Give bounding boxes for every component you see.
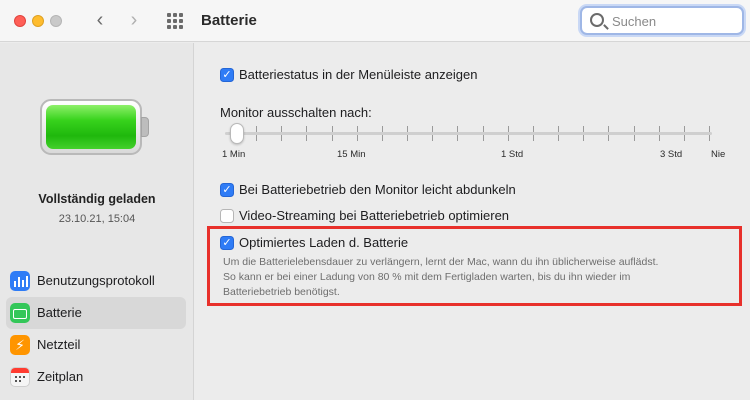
- slider-tick: [658, 135, 660, 141]
- sidebar: Vollständig geladen 23.10.21, 15:04 Benu…: [0, 43, 194, 400]
- monitor-off-slider-thumb[interactable]: [230, 123, 244, 144]
- power-icon: ⚡: [10, 335, 30, 355]
- slider-tick: [608, 135, 610, 141]
- slider-tick: [482, 126, 484, 132]
- main-panel: ✓ Batteriestatus in der Menüleiste anzei…: [195, 43, 750, 400]
- sidebar-item-label: Zeitplan: [37, 369, 84, 384]
- tick-label: Nie: [711, 149, 726, 160]
- tick-label: 1 Min: [222, 149, 246, 160]
- slider-tick: [558, 126, 560, 132]
- slider-tick: [583, 126, 585, 132]
- dim-display-checkbox[interactable]: ✓: [220, 183, 234, 197]
- slider-tick: [507, 135, 509, 141]
- slider-tick: [331, 135, 333, 141]
- show-status-checkbox[interactable]: ✓: [220, 68, 234, 82]
- slider-tick: [658, 126, 660, 132]
- slider-tick: [381, 126, 383, 132]
- description-line: Um die Batterielebensdauer zu verlängern…: [223, 256, 659, 268]
- slider-tick: [583, 135, 585, 141]
- slider-tick: [381, 135, 383, 141]
- slider-tick: [306, 126, 308, 132]
- search-icon: [590, 13, 604, 27]
- battery-status-icon: [40, 99, 152, 155]
- calendar-icon: [10, 367, 30, 387]
- slider-tick: [281, 126, 283, 132]
- slider-tick: [281, 135, 283, 141]
- battery-icon: [10, 303, 30, 323]
- slider-tick: [457, 126, 459, 132]
- slider-tick: [532, 135, 534, 141]
- search-input[interactable]: [612, 11, 738, 31]
- search-field[interactable]: [580, 6, 744, 35]
- sidebar-item-battery[interactable]: Batterie: [6, 297, 186, 329]
- sidebar-item-usage-history[interactable]: Benutzungsprotokoll: [6, 265, 186, 297]
- grid-icon[interactable]: [167, 13, 185, 29]
- sidebar-item-power-adapter[interactable]: ⚡ Netzteil: [6, 329, 186, 361]
- slider-tick: [356, 135, 358, 141]
- slider-tick: [532, 126, 534, 132]
- slider-tick: [482, 135, 484, 141]
- description-line: Batteriebetrieb benötigst.: [223, 286, 340, 298]
- slider-tick: [608, 126, 610, 132]
- slider-tick: [356, 126, 358, 132]
- sidebar-item-schedule[interactable]: Zeitplan: [6, 361, 186, 393]
- slider-tick: [432, 126, 434, 132]
- slider-tick: [331, 126, 333, 132]
- video-streaming-label: Video-Streaming bei Batteriebetrieb opti…: [239, 208, 510, 223]
- chart-icon: [10, 271, 30, 291]
- dim-display-label: Bei Batteriebetrieb den Monitor leicht a…: [239, 182, 516, 197]
- close-window-button[interactable]: [14, 15, 26, 27]
- tick-label: 3 Std: [660, 149, 683, 160]
- chevron-right-icon[interactable]: ›: [124, 10, 144, 31]
- slider-tick: [507, 126, 509, 132]
- slider-tick: [633, 126, 635, 132]
- toolbar: ‹ › Batterie: [0, 0, 750, 42]
- monitor-off-label: Monitor ausschalten nach:: [220, 105, 372, 120]
- preferences-window: ‹ › Batterie Vollständig geladen 23.10.2…: [0, 0, 750, 400]
- slider-tick: [457, 135, 459, 141]
- battery-status-date: 23.10.21, 15:04: [58, 213, 136, 225]
- tick-label: 15 Min: [337, 149, 366, 160]
- slider-tick: [683, 135, 685, 141]
- slider-tick: [683, 126, 685, 132]
- monitor-off-slider-track[interactable]: [225, 132, 712, 135]
- tick-label: 1 Std: [501, 149, 524, 160]
- slider-tick: [709, 135, 710, 141]
- show-status-label: Batteriestatus in der Menüleiste anzeige…: [239, 67, 478, 82]
- description-line: So kann er bei einer Ladung von 80 % mit…: [223, 271, 631, 283]
- window-title: Batterie: [201, 12, 257, 29]
- slider-tick: [432, 135, 434, 141]
- video-streaming-checkbox[interactable]: [220, 209, 234, 223]
- sidebar-item-label: Netzteil: [37, 337, 81, 352]
- optimized-charging-description: Um die Batterielebensdauer zu verlängern…: [223, 255, 738, 300]
- slider-tick: [633, 135, 635, 141]
- slider-tick: [407, 126, 409, 132]
- slider-tick: [306, 135, 308, 141]
- chevron-left-icon[interactable]: ‹: [90, 10, 110, 31]
- slider-tick: [709, 126, 710, 132]
- battery-status-title: Vollständig geladen: [38, 192, 156, 206]
- slider-tick: [256, 135, 258, 141]
- zoom-window-button[interactable]: [50, 15, 62, 27]
- sidebar-item-label: Benutzungsprotokoll: [37, 273, 155, 288]
- minimize-window-button[interactable]: [32, 15, 44, 27]
- optimized-charging-checkbox[interactable]: ✓: [220, 236, 234, 250]
- slider-tick: [558, 135, 560, 141]
- optimized-charging-label: Optimiertes Laden d. Batterie: [239, 235, 409, 250]
- slider-tick: [256, 126, 258, 132]
- slider-tick: [407, 135, 409, 141]
- sidebar-item-label: Batterie: [37, 305, 82, 320]
